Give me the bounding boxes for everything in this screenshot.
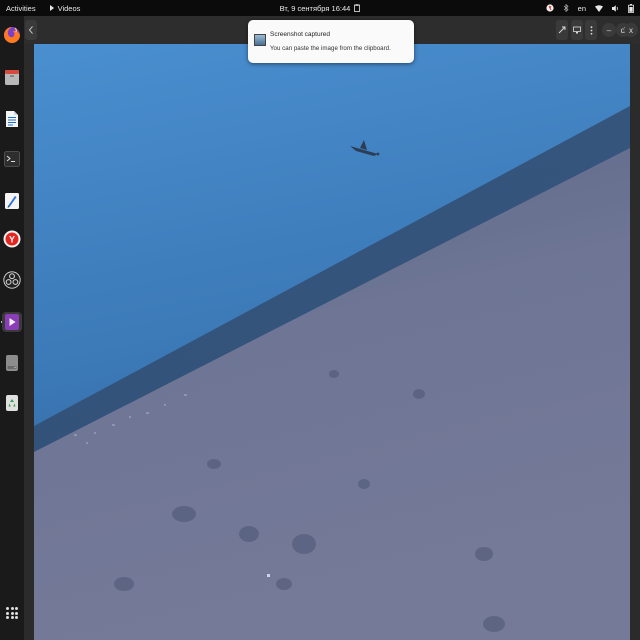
- language-indicator[interactable]: en: [578, 4, 586, 13]
- wifi-icon[interactable]: [595, 4, 603, 12]
- close-button[interactable]: x: [624, 23, 638, 37]
- bluetooth-icon[interactable]: [563, 4, 569, 12]
- dock-item-writer[interactable]: [3, 110, 21, 128]
- writer-icon: [5, 110, 19, 128]
- back-button[interactable]: [25, 20, 37, 40]
- dock-item-trash[interactable]: [3, 394, 21, 412]
- dock-item-text-editor[interactable]: [3, 192, 21, 210]
- firefox-icon: [3, 26, 21, 44]
- clipboard-indicator-icon[interactable]: [354, 4, 361, 12]
- files-icon: [4, 68, 20, 86]
- trash-icon: [5, 394, 19, 412]
- dock-item-yandex-browser[interactable]: Y: [3, 230, 21, 248]
- screenshot-icon: [573, 26, 581, 34]
- yandex-disk-tray-icon[interactable]: [546, 4, 554, 12]
- yandex-letter: Y: [9, 235, 15, 245]
- videos-icon: [4, 313, 20, 331]
- dock-item-firefox[interactable]: [3, 26, 21, 44]
- notification-body: You can paste the image from the clipboa…: [270, 45, 391, 52]
- dock: Y: [0, 16, 24, 640]
- top-bar: Activities Videos Вт, 9 сентября 16:44 e…: [0, 0, 640, 16]
- minimize-icon: –: [606, 25, 612, 35]
- notification-title: Screenshot captured: [270, 31, 330, 38]
- terminal-icon: [4, 151, 20, 167]
- disks-icon: [5, 354, 19, 372]
- rotate-icon: [558, 26, 566, 34]
- dock-item-files[interactable]: [3, 68, 21, 86]
- video-image: [34, 44, 630, 640]
- clock[interactable]: Вт, 9 сентября 16:44: [280, 4, 351, 13]
- minimize-button[interactable]: –: [602, 23, 616, 37]
- chevron-left-icon: [28, 26, 34, 34]
- menu-icon: [590, 25, 593, 35]
- battery-icon[interactable]: [628, 3, 634, 13]
- video-frame[interactable]: [34, 44, 630, 640]
- obs-icon: [3, 271, 21, 289]
- dock-item-terminal[interactable]: [3, 150, 21, 168]
- menu-button[interactable]: [585, 20, 597, 40]
- video-player-window: – d x: [24, 16, 640, 640]
- dock-item-obs-studio[interactable]: [3, 271, 21, 289]
- rotate-button[interactable]: [556, 20, 568, 40]
- show-apps-button[interactable]: [6, 607, 18, 619]
- dock-item-videos[interactable]: [2, 312, 22, 332]
- close-icon: x: [629, 25, 633, 35]
- volume-icon[interactable]: [612, 4, 619, 12]
- yandex-browser-icon: Y: [3, 230, 21, 248]
- screenshot-thumbnail-icon: [254, 34, 266, 46]
- text-editor-icon: [4, 192, 20, 210]
- screenshot-button[interactable]: [571, 20, 583, 40]
- screenshot-notification[interactable]: Screenshot captured You can paste the im…: [248, 20, 414, 63]
- dock-item-disks[interactable]: [3, 354, 21, 372]
